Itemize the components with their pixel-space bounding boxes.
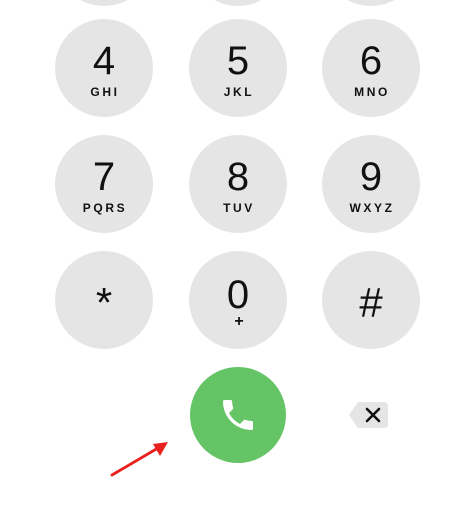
delete-button[interactable]	[348, 399, 390, 431]
keypad-key-0[interactable]: 0 +	[189, 251, 287, 349]
phone-keypad-screen: 4 GHI 5 JKL 6 MNO 7 PQRS 8 TUV 9 WXYZ * …	[0, 0, 472, 516]
key-digit: 4	[92, 39, 116, 83]
key-letters: MNO	[354, 85, 390, 99]
keypad-key-partial-1[interactable]	[55, 0, 153, 6]
keypad-key-partial-3[interactable]	[322, 0, 420, 6]
keypad-key-5[interactable]: 5 JKL	[189, 19, 287, 117]
key-digit: 5	[226, 39, 250, 83]
key-digit: 6	[359, 39, 383, 83]
key-letters: +	[234, 313, 244, 330]
key-letters: JKL	[223, 85, 255, 99]
key-digit: 7	[92, 155, 116, 199]
call-button[interactable]	[190, 367, 286, 463]
keypad-key-7[interactable]: 7 PQRS	[55, 135, 153, 233]
keypad-key-8[interactable]: 8 TUV	[189, 135, 287, 233]
keypad-key-6[interactable]: 6 MNO	[322, 19, 420, 117]
keypad-key-4[interactable]: 4 GHI	[55, 19, 153, 117]
backspace-icon	[349, 402, 388, 428]
keypad-key-partial-2[interactable]	[189, 0, 287, 6]
key-digit: 9	[359, 155, 383, 199]
key-digit: #	[359, 279, 383, 326]
key-letters: WXYZ	[349, 201, 395, 215]
key-letters: PQRS	[82, 201, 128, 215]
red-arrow-icon	[110, 442, 168, 477]
key-digit: 0	[226, 273, 250, 317]
keypad-key-star[interactable]: *	[55, 251, 153, 349]
key-digit: *	[95, 279, 113, 326]
key-letters: GHI	[90, 85, 120, 99]
key-digit: 8	[226, 155, 250, 199]
keypad-key-9[interactable]: 9 WXYZ	[322, 135, 420, 233]
phone-icon	[223, 400, 253, 430]
keypad-key-hash[interactable]: #	[322, 251, 420, 349]
key-letters: TUV	[223, 201, 255, 215]
